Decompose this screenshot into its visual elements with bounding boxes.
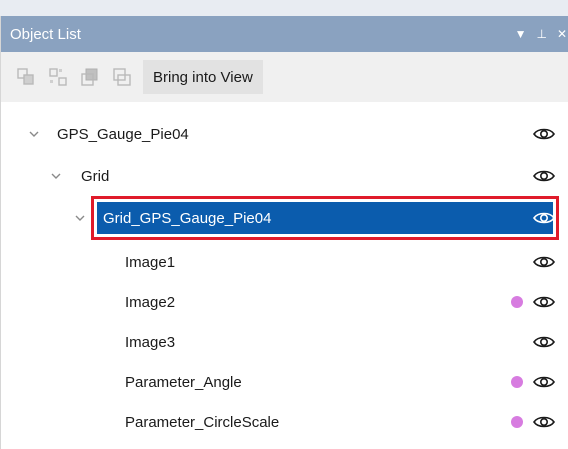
send-back-icon[interactable] (109, 64, 135, 90)
chevron-down-icon[interactable] (73, 211, 87, 225)
visibility-eye-icon[interactable] (533, 169, 555, 183)
pin-icon[interactable]: ⊥ (536, 27, 546, 41)
object-list-panel: Object List ▼ ⊥ ✕ Bring into View GPS_Ga… (0, 16, 568, 449)
visibility-eye-icon[interactable] (533, 335, 555, 349)
bring-front-icon[interactable] (77, 64, 103, 90)
visibility-eye-icon[interactable] (533, 255, 555, 269)
window-top-strip (0, 0, 568, 16)
status-dot (511, 376, 523, 388)
status-dot (511, 416, 523, 428)
visibility-eye-icon[interactable] (533, 211, 555, 225)
panel-toolbar: Bring into View (1, 52, 568, 102)
tree-item-label: GPS_Gauge_Pie04 (57, 125, 189, 143)
chevron-down-icon[interactable] (27, 127, 41, 141)
tree-item-image1[interactable]: Image1 (1, 244, 568, 280)
tree-item-label: Image1 (125, 253, 176, 271)
tree-item-label: Parameter_Angle (125, 373, 242, 391)
tree-item-label: Image2 (125, 293, 176, 311)
tree-item-gps-gauge-pie04[interactable]: GPS_Gauge_Pie04 (1, 116, 568, 152)
panel-title: Object List (10, 25, 81, 43)
visibility-eye-icon[interactable] (533, 127, 555, 141)
chevron-down-icon[interactable] (49, 169, 63, 183)
tree-item-label: Grid (81, 167, 110, 185)
visibility-eye-icon[interactable] (533, 295, 555, 309)
status-dot (511, 296, 523, 308)
tree-item-grid[interactable]: Grid (1, 158, 568, 194)
visibility-eye-icon[interactable] (533, 415, 555, 429)
object-tree: GPS_Gauge_Pie04 Grid Grid_GPS_Gauge_Pie0… (1, 102, 568, 449)
tree-item-label: Parameter_CircleScale (125, 413, 280, 431)
group-icon[interactable] (13, 64, 39, 90)
panel-title-controls: ▼ ⊥ ✕ (515, 16, 568, 52)
panel-titlebar: Object List ▼ ⊥ ✕ (1, 16, 568, 52)
dropdown-icon[interactable]: ▼ (515, 27, 527, 41)
tree-item-image3[interactable]: Image3 (1, 324, 568, 360)
tree-item-label: Grid_GPS_Gauge_Pie04 (103, 209, 272, 227)
bring-into-view-button[interactable]: Bring into View (143, 60, 263, 94)
tree-item-grid-gps-gauge-pie04[interactable]: Grid_GPS_Gauge_Pie04 (1, 200, 568, 236)
ungroup-icon[interactable] (45, 64, 71, 90)
close-icon[interactable]: ✕ (557, 27, 567, 41)
tree-item-label: Image3 (125, 333, 176, 351)
tree-item-parameter-circlescale[interactable]: Parameter_CircleScale (1, 404, 568, 440)
tree-item-image2[interactable]: Image2 (1, 284, 568, 320)
visibility-eye-icon[interactable] (533, 375, 555, 389)
tree-item-parameter-angle[interactable]: Parameter_Angle (1, 364, 568, 400)
